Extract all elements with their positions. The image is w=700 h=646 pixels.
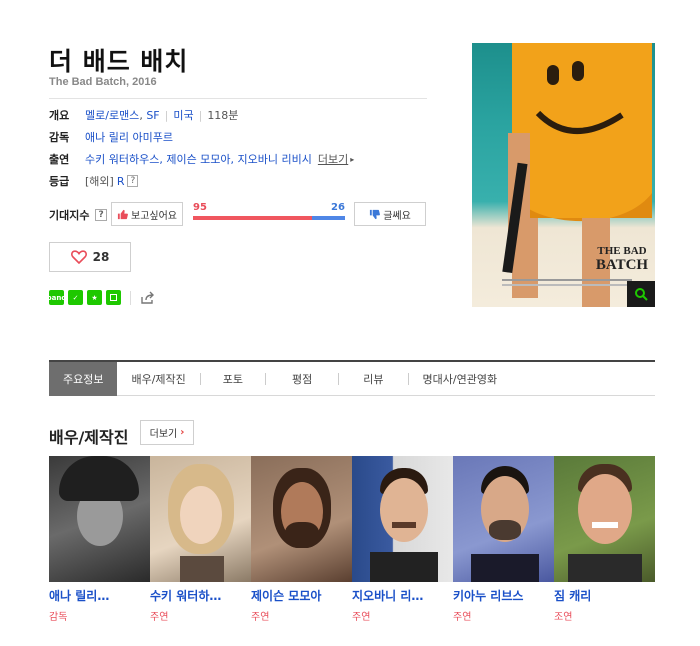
cast-row: 출연 수키 워터하우스, 제이슨 모모아, 지오바니 리비시 더보기 ▸	[49, 151, 354, 167]
rating-label: 등급	[49, 175, 70, 188]
chevron-right-icon: ›	[180, 427, 185, 438]
person-role: 주연	[150, 612, 169, 623]
expectation-bar	[193, 216, 345, 220]
nah-count: 26	[331, 202, 345, 213]
cast-card[interactable]: 제이슨 모모아 주연	[251, 456, 352, 623]
person-photo[interactable]	[150, 456, 251, 582]
help-icon[interactable]: ?	[95, 209, 107, 221]
director-row: 감독 애나 릴리 아미푸르	[49, 129, 173, 145]
want-count: 95	[193, 202, 207, 213]
band-icon[interactable]: band	[47, 290, 66, 305]
movie-subtitle: The Bad Batch, 2016	[49, 76, 157, 88]
zoom-button[interactable]	[627, 281, 655, 307]
tab-photo[interactable]: 포토	[201, 362, 265, 396]
person-photo[interactable]	[49, 456, 150, 582]
want-to-see-button[interactable]: 보고싶어요	[111, 202, 183, 226]
director-link[interactable]: 애나 릴리 아미푸르	[85, 129, 173, 145]
like-button[interactable]: 28	[49, 242, 131, 272]
person-role: 주연	[251, 612, 270, 623]
person-role: 주연	[453, 612, 472, 623]
overview-row: 개요 멜로/로맨스, SF | 미국 | 118분	[49, 107, 239, 123]
person-name[interactable]: 제이슨 모모아	[251, 587, 352, 604]
movie-poster[interactable]: THE BAD BATCH	[472, 43, 655, 307]
person-photo[interactable]	[554, 456, 655, 582]
overview-label: 개요	[49, 109, 70, 122]
cast-list: 애나 릴리… 감독 수키 워터하… 주연 제이슨 모모아 주연 지오바니 리… …	[49, 456, 655, 623]
cast-card[interactable]: 애나 릴리… 감독	[49, 456, 150, 623]
cast-card[interactable]: 키아누 리브스 주연	[453, 456, 554, 623]
cast-card[interactable]: 짐 캐리 조연	[554, 456, 655, 623]
tab-cast-crew[interactable]: 배우/제작진	[117, 362, 199, 396]
chevron-right-icon: ▸	[350, 154, 355, 164]
rating-value[interactable]: R	[117, 175, 125, 188]
country-link[interactable]: 미국	[173, 107, 193, 123]
poster-title-line1: THE BAD	[597, 245, 646, 257]
movie-title: 더 배드 배치	[49, 47, 189, 76]
person-name[interactable]: 짐 캐리	[554, 587, 655, 604]
person-name[interactable]: 키아누 리브스	[453, 587, 554, 604]
help-icon[interactable]: ?	[127, 175, 139, 187]
person-name[interactable]: 지오바니 리…	[352, 587, 453, 604]
search-icon	[635, 288, 648, 301]
person-name[interactable]: 애나 릴리…	[49, 587, 150, 604]
cast-links[interactable]: 수키 워터하우스, 제이슨 모모아, 지오바니 리비시	[85, 151, 312, 167]
rating-region: [해외]	[85, 175, 114, 188]
runtime: 118분	[207, 109, 239, 122]
tab-review[interactable]: 리뷰	[339, 362, 407, 396]
poster-art: THE BAD BATCH	[502, 43, 652, 307]
tab-bar: 주요정보 배우/제작진 포토 평점 리뷰 명대사/연관영화	[49, 361, 655, 396]
nah-label: 글쎄요	[383, 210, 411, 222]
person-role: 조연	[554, 612, 573, 623]
cast-card[interactable]: 수키 워터하… 주연	[150, 456, 251, 623]
cast-more-link[interactable]: 더보기	[318, 151, 348, 167]
tab-rating[interactable]: 평점	[266, 362, 338, 396]
square-icon[interactable]	[106, 290, 121, 305]
rating-row: 등급 [해외] R ?	[49, 173, 139, 189]
expectation-label-text: 기대지수	[49, 209, 90, 222]
genre-link-1[interactable]: 멜로/로맨스	[85, 107, 139, 123]
heart-icon	[70, 250, 87, 264]
person-role: 주연	[352, 612, 371, 623]
thumbs-down-icon	[370, 209, 381, 219]
want-label: 보고싶어요	[131, 210, 177, 222]
cast-label: 출연	[49, 153, 70, 166]
line-icon[interactable]: ✓	[68, 290, 83, 305]
director-label: 감독	[49, 131, 70, 144]
more-label: 더보기	[149, 429, 178, 440]
person-photo[interactable]	[453, 456, 554, 582]
nah-bar	[312, 216, 345, 220]
person-photo[interactable]	[251, 456, 352, 582]
poster-title-line2: BATCH	[596, 257, 649, 273]
tab-quotes-related[interactable]: 명대사/연관영화	[409, 362, 512, 396]
divider	[49, 98, 427, 99]
expectation-label: 기대지수 ?	[49, 207, 107, 223]
thumbs-up-icon	[117, 209, 128, 219]
share-icon[interactable]	[140, 291, 155, 305]
not-sure-button[interactable]: 글쎄요	[354, 202, 426, 226]
genre-link-2[interactable]: SF	[146, 109, 159, 122]
cast-more-button[interactable]: 더보기 ›	[140, 420, 194, 445]
star-icon[interactable]: ★	[87, 290, 102, 305]
like-count: 28	[92, 250, 110, 264]
tab-main-info[interactable]: 주요정보	[49, 361, 118, 396]
cast-section-title: 배우/제작진	[49, 428, 129, 447]
share-row: band ✓ ★	[47, 290, 155, 305]
person-name[interactable]: 수키 워터하…	[150, 587, 251, 604]
want-bar	[193, 216, 313, 220]
person-photo[interactable]	[352, 456, 453, 582]
divider	[130, 290, 131, 305]
cast-card[interactable]: 지오바니 리… 주연	[352, 456, 453, 623]
person-role: 감독	[49, 612, 68, 623]
